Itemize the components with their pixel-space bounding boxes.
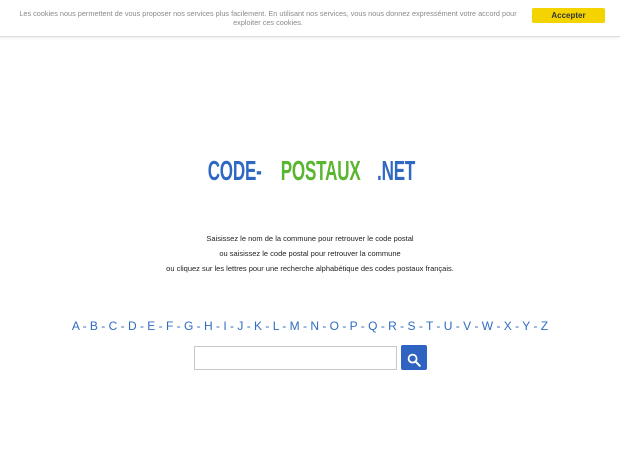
logo-part-net: .NET — [376, 155, 415, 186]
alphabet-separator: - — [396, 319, 408, 333]
alphabet-separator: - — [155, 319, 166, 333]
alphabet-separator: - — [339, 319, 350, 333]
alphabet-separator: - — [318, 319, 330, 333]
alphabet-separator: - — [212, 319, 224, 333]
intro-line-2: ou saisissez le code postal pour retrouv… — [219, 249, 401, 258]
alphabet-link-v[interactable]: V — [463, 319, 471, 333]
logo-part-code: CODE- — [207, 155, 262, 186]
alphabet-separator: - — [278, 319, 290, 333]
alphabet-separator: - — [452, 319, 464, 333]
search-input[interactable] — [194, 346, 397, 370]
cookie-message: Les cookies nous permettent de vous prop… — [19, 9, 517, 27]
alphabet-link-m[interactable]: M — [290, 319, 300, 333]
intro-line-1: Saisissez le nom de la commune pour retr… — [206, 234, 414, 243]
alphabet-link-c[interactable]: C — [109, 319, 118, 333]
alphabet-separator: - — [173, 319, 184, 333]
alphabet-link-r[interactable]: R — [388, 319, 397, 333]
alphabet-separator: - — [136, 319, 148, 333]
alphabet-separator: - — [530, 319, 541, 333]
search-icon — [407, 353, 421, 367]
alphabet-link-w[interactable]: W — [482, 319, 493, 333]
logo-part-postaux: POSTAUX — [280, 155, 361, 186]
alphabet-separator: - — [193, 319, 205, 333]
alphabet-separator: - — [415, 319, 426, 333]
alphabet-nav: A - B - C - D - E - F - G - H - I - J - … — [0, 319, 620, 333]
alphabet-separator: - — [97, 319, 109, 333]
alphabet-link-h[interactable]: H — [204, 319, 213, 333]
alphabet-separator: - — [243, 319, 255, 333]
alphabet-link-b[interactable]: B — [90, 319, 98, 333]
alphabet-link-n[interactable]: N — [310, 319, 319, 333]
alphabet-link-g[interactable]: G — [184, 319, 193, 333]
intro-text: Saisissez le nom de la commune pour retr… — [0, 234, 620, 279]
alphabet-separator: - — [226, 319, 238, 333]
accept-cookies-button[interactable]: Accepter — [532, 8, 605, 23]
alphabet-link-d[interactable]: D — [128, 319, 137, 333]
cookie-banner: Les cookies nous permettent de vous prop… — [0, 0, 620, 37]
alphabet-separator: - — [493, 319, 504, 333]
search-button[interactable] — [401, 345, 427, 370]
alphabet-link-y[interactable]: Y — [522, 319, 530, 333]
alphabet-separator: - — [511, 319, 523, 333]
alphabet-link-x[interactable]: X — [504, 319, 512, 333]
alphabet-separator: - — [79, 319, 90, 333]
alphabet-separator: - — [357, 319, 369, 333]
alphabet-separator: - — [377, 319, 389, 333]
alphabet-link-z[interactable]: Z — [541, 319, 548, 333]
alphabet-link-s[interactable]: S — [408, 319, 416, 333]
alphabet-separator: - — [471, 319, 482, 333]
alphabet-link-o[interactable]: O — [330, 319, 339, 333]
alphabet-separator: - — [117, 319, 128, 333]
alphabet-separator: - — [262, 319, 273, 333]
alphabet-separator: - — [433, 319, 444, 333]
alphabet-separator: - — [299, 319, 311, 333]
intro-line-3: ou cliquez sur les lettres pour une rech… — [166, 264, 454, 273]
alphabet-link-k[interactable]: K — [254, 319, 262, 333]
site-logo[interactable]: CODE- POSTAUX .NET — [0, 151, 620, 191]
